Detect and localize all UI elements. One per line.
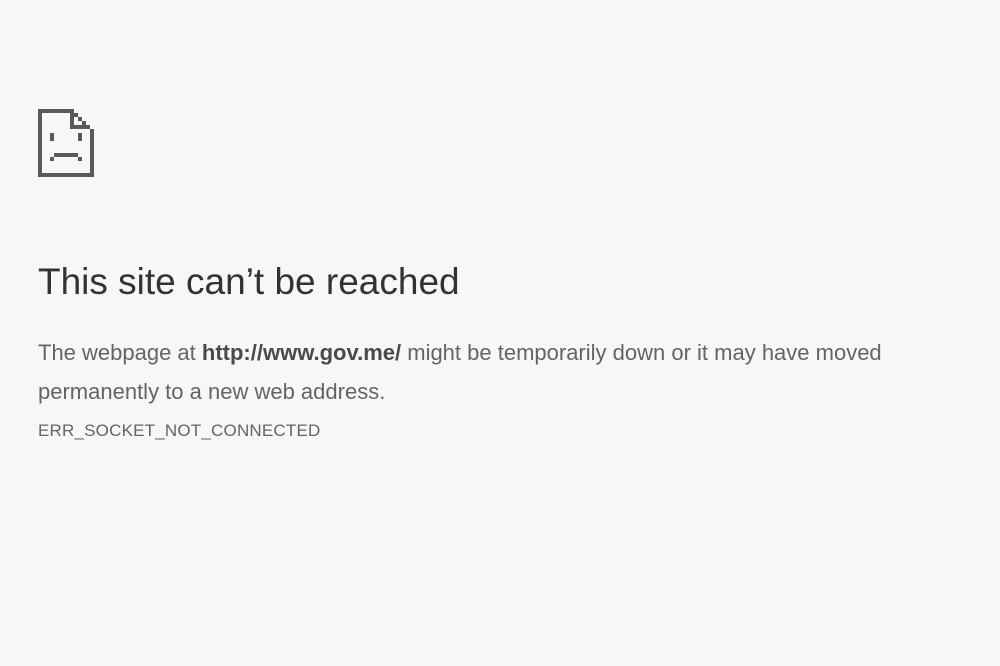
error-code: ERR_SOCKET_NOT_CONNECTED — [38, 421, 321, 440]
error-heading: This site can’t be reached — [38, 261, 460, 302]
description-suffix: might be temporarily down or it may have… — [401, 340, 882, 365]
sad-page-icon — [38, 108, 94, 178]
description-line2: permanently to a new web address. — [38, 379, 386, 404]
failed-url: http://www.gov.me/ — [201, 340, 402, 365]
error-description: The webpage at http://www.gov.me/ might … — [38, 333, 1000, 411]
description-prefix: The webpage at — [38, 340, 202, 365]
